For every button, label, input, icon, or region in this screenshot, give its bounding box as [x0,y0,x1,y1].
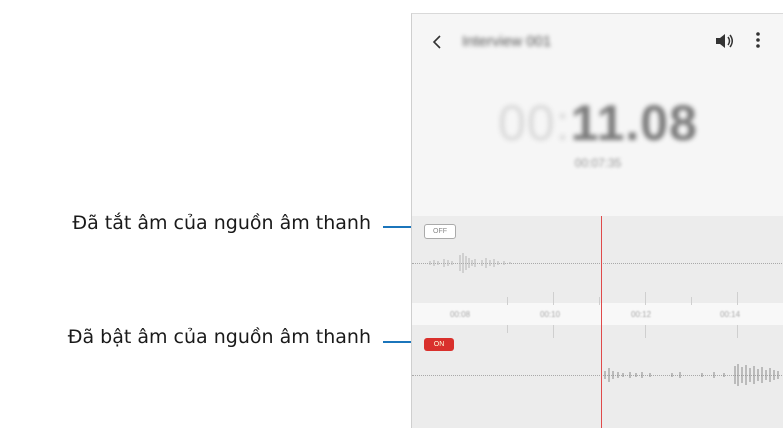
timeline-tick [691,297,692,305]
timer-seconds: 11.08 [570,95,698,151]
timeline-label: 00:08 [450,310,471,319]
timeline-label: 00:12 [631,310,652,319]
unmuted-callout-label: Đã bật âm của nguồn âm thanh [67,326,371,348]
top-app-bar: Interview 001 [412,14,783,70]
track-on-badge[interactable]: ON [424,338,454,351]
timeline-tick [645,325,646,338]
timeline-tick [553,292,554,305]
unmuted-callout-line [383,341,411,343]
recorder-screen: Interview 001 00:11.08 00:07:35 OFF ON 0… [411,13,783,428]
timeline-label: 00:14 [720,310,741,319]
timeline-tick [737,292,738,305]
timeline-tick [645,292,646,305]
muted-callout-line [383,226,411,228]
total-duration: 00:07:35 [574,156,622,170]
muted-waveform [429,253,511,273]
playhead[interactable] [601,216,602,428]
timeline-tick [553,325,554,338]
timeline-tick [737,325,738,338]
timer-minutes: 00: [498,95,571,151]
recording-title: Interview 001 [462,33,552,50]
back-arrow-icon[interactable] [428,32,448,52]
volume-icon[interactable] [715,33,735,54]
track-off-badge[interactable]: OFF [424,224,456,239]
muted-callout-label: Đã tắt âm của nguồn âm thanh [72,212,371,234]
unmuted-waveform [604,364,779,386]
timeline-tick [507,297,508,305]
more-options-icon[interactable] [755,31,761,54]
elapsed-timer: 00:11.08 [412,94,783,152]
timeline-tick [599,297,600,305]
timeline-label: 00:10 [540,310,561,319]
timeline-tick [507,325,508,333]
